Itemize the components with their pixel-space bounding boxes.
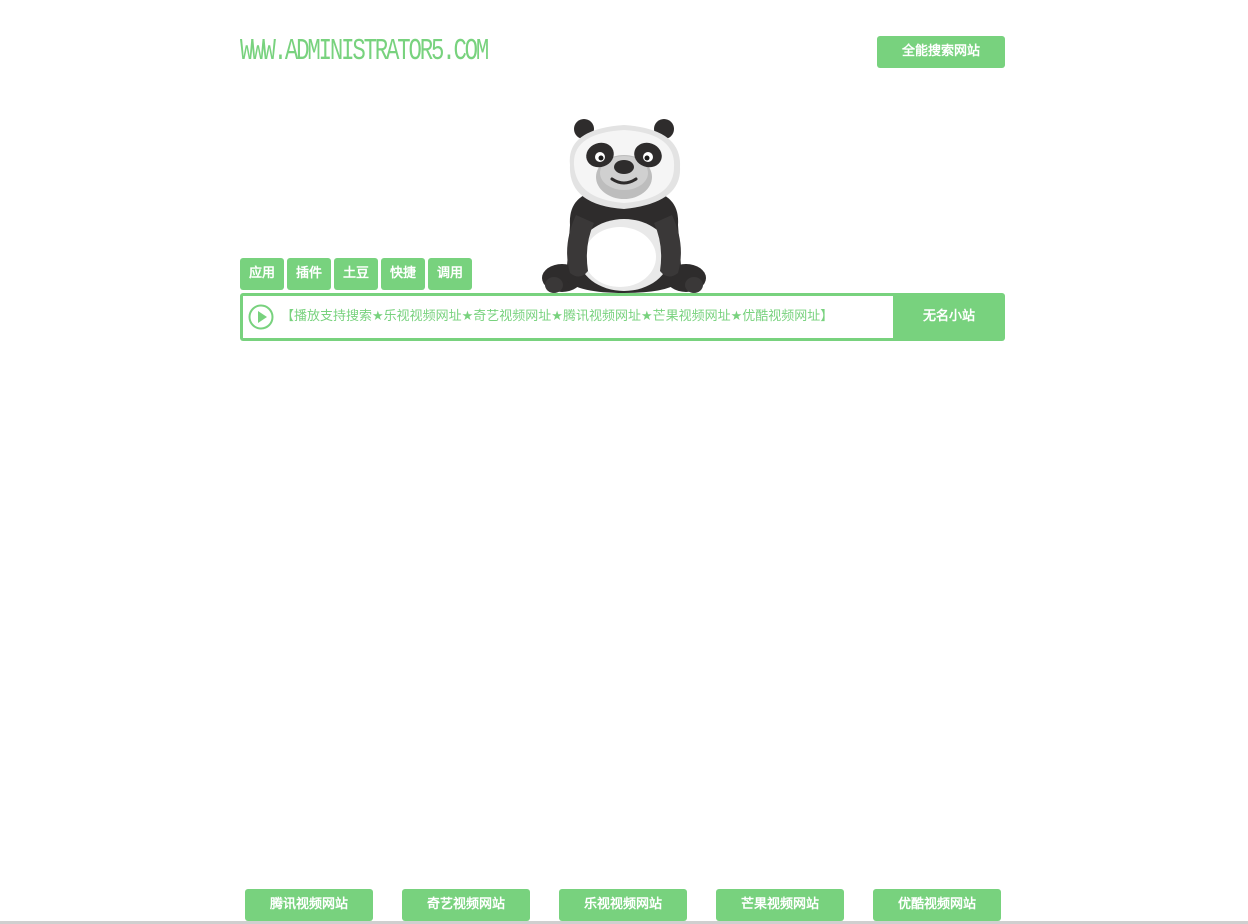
mango-video-button[interactable]: 芒果视频网站 <box>716 889 844 921</box>
all-search-site-button[interactable]: 全能搜索网站 <box>877 36 1005 68</box>
search-placeholder-text: 【播放支持搜索★乐视视频网址★奇艺视频网址★腾讯视频网址★芒果视频网址★优酷视频… <box>281 309 834 324</box>
tab-bar: 应用 插件 土豆 快捷 调用 <box>240 258 472 290</box>
site-logo[interactable]: WWW.ADMINISTRATOR5.COM <box>240 32 489 72</box>
search-bar: 【播放支持搜索★乐视视频网址★奇艺视频网址★腾讯视频网址★芒果视频网址★优酷视频… <box>240 293 1005 341</box>
play-circle-icon <box>248 304 274 330</box>
youku-video-button[interactable]: 优酷视频网站 <box>873 889 1001 921</box>
tencent-video-button[interactable]: 腾讯视频网站 <box>245 889 373 921</box>
tab-plugins[interactable]: 插件 <box>287 258 331 290</box>
page: WWW.ADMINISTRATOR5.COM 全能搜索网站 应用 插件 土豆 快… <box>0 0 1248 924</box>
tab-shortcut[interactable]: 快捷 <box>381 258 425 290</box>
tab-apps[interactable]: 应用 <box>240 258 284 290</box>
search-input[interactable]: 【播放支持搜索★乐视视频网址★奇艺视频网址★腾讯视频网址★芒果视频网址★优酷视频… <box>243 296 893 338</box>
panda-mascot-icon <box>542 119 706 293</box>
tab-tudou[interactable]: 土豆 <box>334 258 378 290</box>
search-button[interactable]: 无名小站 <box>893 293 1005 341</box>
letv-video-button[interactable]: 乐视视频网站 <box>559 889 687 921</box>
tab-invoke[interactable]: 调用 <box>428 258 472 290</box>
bottom-nav: 腾讯视频网站 奇艺视频网站 乐视视频网站 芒果视频网站 优酷视频网站 <box>245 889 1001 921</box>
iqiyi-video-button[interactable]: 奇艺视频网站 <box>402 889 530 921</box>
